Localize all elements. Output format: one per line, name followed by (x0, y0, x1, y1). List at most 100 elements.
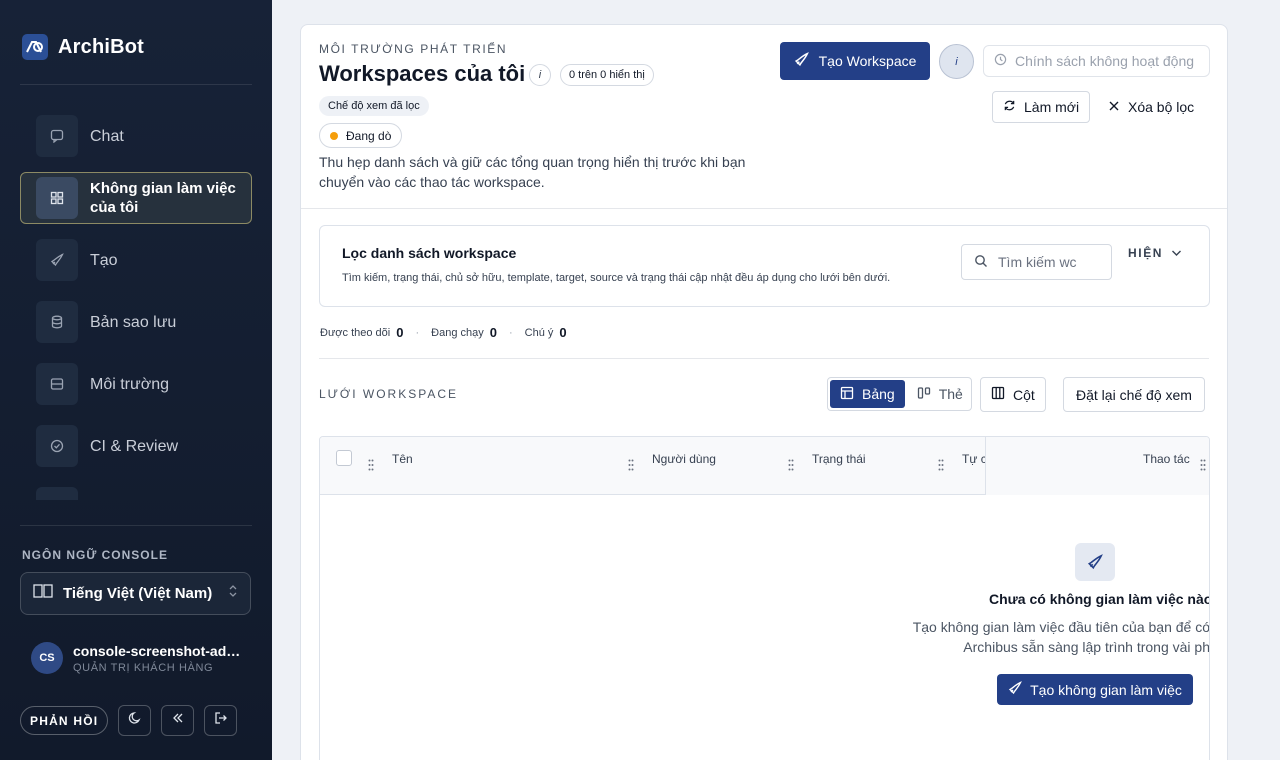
filter-description: Tìm kiếm, trạng thái, chủ sở hữu, templa… (342, 272, 891, 284)
card-view-button[interactable]: Thẻ (907, 380, 973, 408)
table-view-label: Bảng (862, 386, 895, 402)
sidebar-item-label: CI & Review (90, 437, 179, 455)
sidebar-item-chat[interactable]: Chat (20, 110, 252, 162)
search-placeholder: Tìm kiếm wc (998, 254, 1077, 270)
chevron-down-icon (1171, 246, 1182, 260)
sidebar-item-workspaces[interactable]: Không gian làm việc của tôi (20, 172, 252, 224)
create-workspace-label: Tạo Workspace (818, 53, 917, 69)
sidebar-item-label: Bản sao lưu (90, 313, 177, 331)
sidebar-item-label: Tạo (90, 251, 118, 269)
filter-toggle-button[interactable]: HIỆN (1128, 245, 1182, 261)
sidebar-item-backups[interactable]: Bản sao lưu (20, 296, 252, 348)
sidebar-item-environments[interactable]: Môi trường (20, 358, 252, 410)
feedback-button[interactable]: PHẢN HỒI (20, 706, 109, 735)
card-view-label: Thẻ (938, 386, 963, 402)
table-view-button[interactable]: Bảng (830, 380, 905, 408)
count-badge: 0 trên 0 hiển thị (560, 64, 654, 86)
actions-column-header: Thao tác (985, 437, 1209, 495)
logout-button[interactable] (204, 705, 238, 736)
workspace-table: Tên Người dùng Trạng thái Tự c Thao tác … (319, 436, 1210, 760)
page-title: Workspaces của tôi (319, 61, 526, 86)
sidebar-item-label: Chat (90, 127, 124, 145)
user-name: console-screenshot-admin (73, 642, 241, 659)
columns-button[interactable]: Cột (980, 377, 1046, 412)
reset-view-button[interactable]: Đặt lại chế độ xem (1063, 377, 1205, 412)
inactivity-policy-placeholder: Chính sách không hoạt động (1015, 53, 1195, 69)
brand[interactable]: ArchiBot (22, 34, 144, 60)
column-header-user[interactable]: Người dùng (652, 452, 716, 466)
collapse-sidebar-button[interactable] (161, 705, 195, 736)
chat-icon (36, 115, 78, 157)
close-icon (1108, 99, 1120, 115)
rocket-icon (36, 239, 78, 281)
rocket-icon (794, 52, 809, 70)
create-workspace-empty-button[interactable]: Tạo không gian làm việc (997, 674, 1193, 705)
console-language-title: NGÔN NGỮ CONSOLE (22, 548, 168, 562)
page-eyebrow: MÔI TRƯỜNG PHÁT TRIỂN (319, 42, 508, 56)
view-switcher: Bảng Thẻ (827, 377, 972, 411)
column-header-name[interactable]: Tên (392, 452, 413, 466)
status-chip: Đang dò (319, 123, 403, 148)
drag-handle-icon[interactable] (788, 459, 794, 471)
columns-icon (991, 386, 1005, 403)
column-header-auto[interactable]: Tự c (962, 452, 987, 466)
sidebar-item-more[interactable] (20, 482, 252, 500)
stat-value-tracked: 0 (396, 325, 404, 340)
logout-icon (214, 711, 228, 730)
create-workspace-empty-label: Tạo không gian làm việc (1030, 681, 1182, 698)
filter-card: Lọc danh sách workspace Tìm kiếm, trạng … (319, 225, 1210, 307)
empty-state-line: Tạo không gian làm việc đầu tiên của bạn… (912, 619, 1210, 635)
empty-state-description: Tạo không gian làm việc đầu tiên của bạn… (880, 617, 1210, 657)
brand-name: ArchiBot (58, 35, 145, 58)
console-language-value: Tiếng Việt (Việt Nam) (63, 585, 213, 602)
drag-handle-icon[interactable] (1200, 459, 1206, 471)
archibot-logo-icon (22, 34, 48, 60)
create-workspace-button[interactable]: Tạo Workspace (780, 42, 930, 80)
search-input[interactable]: Tìm kiếm wc (961, 244, 1112, 280)
info-button[interactable]: i (939, 44, 974, 79)
double-chevron-left-icon (171, 711, 185, 730)
sidebar-item-ci-review[interactable]: CI & Review (20, 420, 252, 472)
clear-filter-button[interactable]: Xóa bộ lọc (1098, 91, 1204, 123)
console-language-select[interactable]: Tiếng Việt (Việt Nam) (20, 572, 251, 615)
refresh-label: Làm mới (1024, 99, 1080, 115)
filter-title: Lọc danh sách workspace (342, 245, 517, 261)
stat-value-running: 0 (489, 325, 497, 340)
divider (20, 84, 252, 85)
empty-state-title: Chưa có không gian làm việc nào (989, 591, 1210, 607)
drag-handle-icon[interactable] (628, 459, 634, 471)
divider (319, 358, 1209, 359)
inactivity-policy-field[interactable]: Chính sách không hoạt động (983, 45, 1210, 77)
grid-title: LƯỚI WORKSPACE (319, 387, 458, 401)
rocket-icon (1008, 681, 1023, 698)
theme-toggle-button[interactable] (118, 705, 152, 736)
stat-label-tracked: Được theo dõi (320, 326, 391, 339)
columns-label: Cột (1013, 386, 1035, 403)
stat-label-running: Đang chạy (431, 326, 484, 339)
stat-label-attention: Chú ý (524, 326, 554, 339)
drag-handle-icon[interactable] (368, 459, 374, 471)
grid-icon (36, 177, 78, 219)
column-header-status[interactable]: Trạng thái (812, 452, 866, 466)
clock-icon (994, 53, 1007, 69)
filtered-view-chip: Chế độ xem đã lọc (319, 96, 429, 116)
status-dot-icon (330, 131, 338, 140)
refresh-button[interactable]: Làm mới (992, 91, 1091, 123)
server-icon (36, 363, 78, 405)
workspaces-panel: MÔI TRƯỜNG PHÁT TRIỂN Workspaces của tôi… (300, 24, 1228, 760)
column-header-actions[interactable]: Thao tác (1143, 452, 1190, 466)
empty-state-line: Archibus sẵn sàng lập trình trong vài ph (963, 639, 1210, 655)
search-icon (974, 254, 988, 271)
drag-handle-icon[interactable] (938, 459, 944, 471)
book-icon (33, 583, 53, 604)
sidebar-nav: Chat Không gian làm việc của tôi Tạo Bản… (20, 110, 252, 500)
select-all-checkbox[interactable] (336, 450, 352, 466)
stat-separator: · (508, 326, 513, 339)
check-circle-icon (36, 425, 78, 467)
sidebar: ArchiBot Chat Không gian làm việc của tô… (0, 0, 272, 760)
sidebar-item-create[interactable]: Tạo (20, 234, 252, 286)
title-info-button[interactable]: i (529, 64, 551, 86)
user-profile[interactable]: CS console-screenshot-admin QUẢN TRỊ KHÁ… (31, 642, 241, 674)
page-description: Thu hẹp danh sách và giữ các tổng quan t… (319, 154, 746, 190)
more-icon (36, 487, 78, 500)
